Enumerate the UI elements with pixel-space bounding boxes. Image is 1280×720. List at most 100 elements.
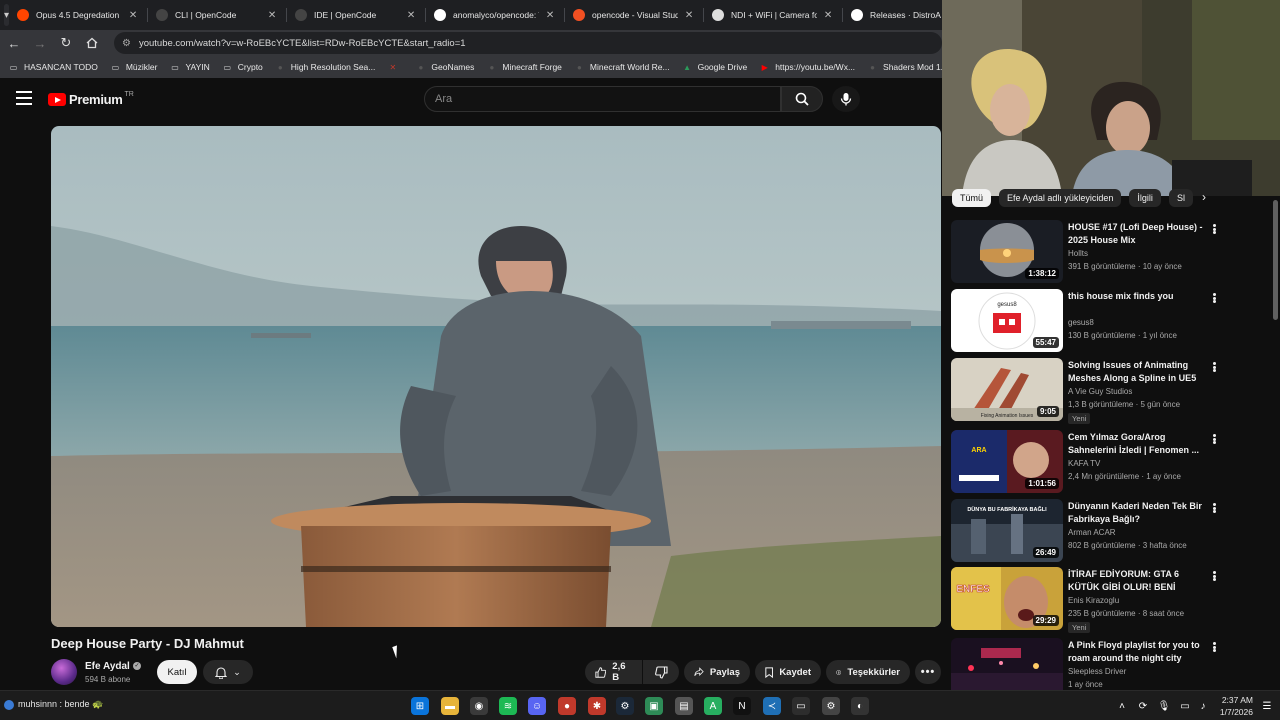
tab-close-icon[interactable]: ✕	[682, 10, 696, 21]
save-button[interactable]: Kaydet	[755, 660, 821, 684]
video-thumbnail[interactable]: gesus8 55:47	[951, 289, 1063, 352]
bookmark-item[interactable]: ● GeoNames	[415, 62, 474, 73]
more-vertical-icon[interactable]	[1209, 222, 1219, 236]
channel-name[interactable]: Efe Aydal	[85, 661, 130, 672]
bookmark-item[interactable]: ▭ Crypto	[222, 62, 262, 73]
vscode-icon[interactable]: ≺	[763, 697, 781, 715]
recommendation-item[interactable]: ENFES 29:29 İTİRAF EDİYORUM: GTA 6 KÜTÜK G…	[951, 567, 1271, 633]
subscription-bell-button[interactable]: ⌄	[203, 660, 253, 684]
browser-tab[interactable]: CLI | OpenCode ✕	[148, 0, 288, 30]
recommendation-channel[interactable]: gesus8	[1068, 318, 1094, 327]
recommendation-item[interactable]: DÜNYA BU FABRİKAYA BAĞLI 26:49 Dünyanın Ka…	[951, 499, 1271, 565]
hamburger-menu-icon[interactable]	[16, 91, 32, 107]
recommendation-title[interactable]: Solving Issues of Animating Meshes Along…	[1068, 359, 1206, 384]
filter-chip[interactable]: Sl	[1168, 189, 1193, 207]
bookmark-item[interactable]: ● High Resolution Sea...	[275, 62, 376, 73]
bookmark-item[interactable]: ● Minecraft World Re...	[574, 62, 670, 73]
notion-icon[interactable]: N	[733, 697, 751, 715]
search-input[interactable]: Ara	[424, 86, 781, 112]
filter-chip[interactable]: İlgili	[1129, 189, 1161, 207]
spotify-icon[interactable]: ≋	[499, 697, 517, 715]
discord-icon[interactable]: ☺	[528, 697, 546, 715]
app-icon[interactable]: ✱	[588, 697, 606, 715]
filter-chip[interactable]: Efe Aydal adlı yükleyiciden	[999, 189, 1122, 207]
recommendation-title[interactable]: A Pink Floyd playlist for you to roam ar…	[1068, 639, 1206, 664]
more-vertical-icon[interactable]	[1209, 640, 1219, 654]
network-icon[interactable]: ▭	[1176, 697, 1194, 715]
thanks-button[interactable]: $ Teşekkürler	[826, 660, 910, 684]
bookmark-item[interactable]: ▭ Müzikler	[110, 62, 158, 73]
browser-tab[interactable]: opencode - Visual Studio ✕	[565, 0, 705, 30]
bookmark-item[interactable]: ▲ Google Drive	[682, 62, 747, 73]
video-thumbnail[interactable]: ARA 1:01:56	[951, 430, 1063, 493]
recommendation-item[interactable]: 1:38:12 HOUSE #17 (Lofi Deep House) - 202…	[951, 220, 1271, 286]
system-clock[interactable]: 2:37 AM 1/7/2026	[1215, 694, 1253, 718]
forward-button[interactable]: →	[28, 31, 52, 55]
bookmark-item[interactable]: ✕	[387, 62, 403, 73]
browser-tab[interactable]: anomalyco/opencode: Th ✕	[426, 0, 566, 30]
tab-close-icon[interactable]: ✕	[404, 10, 418, 21]
recommendation-item[interactable]: ARA 1:01:56 Cem Yılmaz Gora/Arog Sahneleri…	[951, 430, 1271, 496]
bookmark-item[interactable]: ● Minecraft Forge	[486, 62, 561, 73]
recommendation-channel[interactable]: Arman ACAR	[1068, 528, 1116, 537]
video-thumbnail[interactable]: 1:38:12	[951, 220, 1063, 283]
recommendation-channel[interactable]: Enis Kirazoglu	[1068, 596, 1119, 605]
browser-tab[interactable]: NDI + WiFi | Camera for C✕	[704, 0, 844, 30]
tab-close-icon[interactable]: ✕	[265, 10, 279, 21]
chrome-icon[interactable]: ◉	[470, 697, 488, 715]
more-vertical-icon[interactable]	[1209, 569, 1219, 583]
reload-button[interactable]: ↻	[54, 31, 78, 55]
file-explorer-icon[interactable]: ▬	[441, 697, 459, 715]
recommendation-channel[interactable]: KAFA TV	[1068, 459, 1100, 468]
volume-icon[interactable]: ♪	[1194, 697, 1212, 715]
recommendation-item[interactable]: Fixing Animation Issues 9:05 Solving Issue…	[951, 358, 1271, 424]
video-thumbnail[interactable]: ENFES 29:29	[951, 567, 1063, 630]
more-vertical-icon[interactable]	[1209, 501, 1219, 515]
recommendation-title[interactable]: HOUSE #17 (Lofi Deep House) - 2025 House…	[1068, 221, 1206, 246]
more-vertical-icon[interactable]	[1209, 360, 1219, 374]
scrollbar-thumb[interactable]	[1273, 200, 1278, 320]
voice-search-button[interactable]	[832, 86, 860, 112]
bookmark-item[interactable]: ● Shaders Mod 1.7.2	[867, 62, 942, 73]
recommendation-item[interactable]: gesus8 55:47 this house mix finds you gesus…	[951, 289, 1271, 355]
recommendation-title[interactable]: this house mix finds you	[1068, 290, 1206, 303]
recommendation-title[interactable]: Cem Yılmaz Gora/Arog Sahnelerini İzledi …	[1068, 431, 1206, 456]
bookmark-item[interactable]: ▭ YAYIN	[170, 62, 210, 73]
app-icon[interactable]: ▤	[675, 697, 693, 715]
app-icon[interactable]: A	[704, 697, 722, 715]
steam-icon[interactable]: ⚙	[616, 697, 634, 715]
chips-next-arrow[interactable]: ›	[1196, 190, 1212, 206]
recommendation-channel[interactable]: Sleepless Driver	[1068, 667, 1126, 676]
bookmark-item[interactable]: ▭ HASANCAN TODO	[8, 62, 98, 73]
back-button[interactable]: ←	[2, 31, 26, 55]
tab-close-icon[interactable]: ✕	[543, 10, 557, 21]
search-button[interactable]	[781, 86, 823, 112]
microphone-icon[interactable]: 🎙	[1155, 697, 1173, 715]
video-thumbnail[interactable]: DÜNYA BU FABRİKAYA BAĞLI 26:49	[951, 499, 1063, 562]
channel-avatar[interactable]	[51, 659, 77, 685]
recommendation-channel[interactable]: A Vie Guy Studios	[1068, 387, 1132, 396]
more-actions-button[interactable]: •••	[915, 660, 941, 684]
recommendation-channel[interactable]: Hollts	[1068, 249, 1088, 258]
tab-close-icon[interactable]: ✕	[821, 10, 835, 21]
bookmark-item[interactable]: ▶ https://youtu.be/Wx...	[759, 62, 855, 73]
app-icon[interactable]: ●	[558, 697, 576, 715]
browser-tab[interactable]: IDE | OpenCode ✕	[287, 0, 427, 30]
youtube-premium-logo[interactable]: Premium TR	[48, 91, 134, 107]
tab-close-icon[interactable]: ✕	[126, 10, 140, 21]
windows-start-icon[interactable]: ⊞	[411, 697, 429, 715]
like-button[interactable]: 2,6 B	[585, 660, 642, 684]
terminal-icon[interactable]: ▭	[792, 697, 810, 715]
share-button[interactable]: Paylaş	[684, 660, 750, 684]
site-info-icon[interactable]: ⚙	[122, 38, 131, 49]
video-player[interactable]	[51, 126, 941, 627]
app-icon[interactable]: ◐	[851, 697, 869, 715]
recommendation-title[interactable]: Dünyanın Kaderi Neden Tek Bir Fabrikaya …	[1068, 500, 1206, 525]
filter-chip[interactable]: Tümü	[952, 189, 992, 207]
join-button[interactable]: Katıl	[157, 660, 197, 684]
browser-tab[interactable]: Opus 4.5 Degredation : r/✕	[9, 0, 149, 30]
chevron-up-icon[interactable]: ˄	[1113, 697, 1131, 715]
notification-icon[interactable]: ☰	[1258, 697, 1276, 715]
dislike-button[interactable]	[643, 660, 679, 684]
recommendation-title[interactable]: İTİRAF EDİYORUM: GTA 6 KÜTÜK GİBİ OLUR! …	[1068, 568, 1206, 594]
